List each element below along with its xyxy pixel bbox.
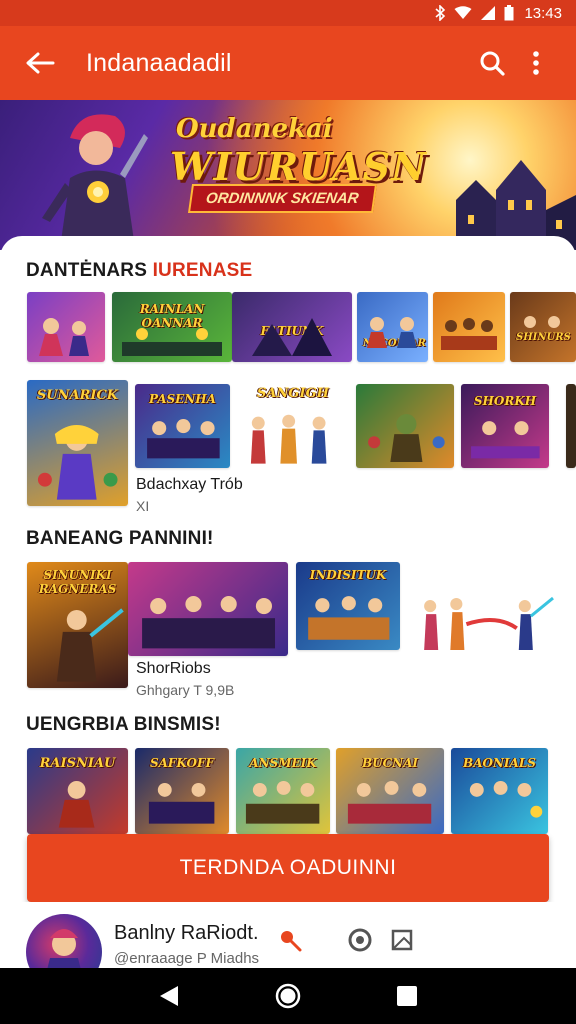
- game-tile[interactable]: RAISNIAU: [27, 748, 128, 834]
- app-bar: Indanaadadil: [0, 26, 576, 100]
- nav-recents-icon: [396, 986, 417, 1006]
- section-title-3: UENGRBIA BINSMIS!: [26, 714, 221, 735]
- tile-art: [148, 783, 215, 825]
- tile-art: [347, 781, 432, 825]
- tile-art: [441, 318, 497, 350]
- game-tile[interactable]: SHORKH: [461, 384, 549, 468]
- cast-icon[interactable]: [388, 926, 416, 954]
- app-bar-title: Indanaadadil: [86, 48, 232, 77]
- record-icon[interactable]: [346, 926, 374, 954]
- row3-item-subtitle: Ghhgary T 9,9B: [136, 682, 235, 698]
- primary-cta-button[interactable]: TERDNDA OADUINNI: [27, 834, 549, 902]
- game-tile[interactable]: [27, 292, 105, 362]
- nav-home-button[interactable]: [268, 976, 308, 1016]
- nav-back-icon: [160, 986, 179, 1006]
- search-icon: [480, 51, 505, 76]
- bluetooth-icon: [434, 5, 446, 21]
- game-tile[interactable]: PASENHA: [135, 384, 230, 468]
- hero-character-art: [42, 114, 148, 248]
- hero-title-line2: WIURUASN: [170, 144, 427, 189]
- game-tile[interactable]: BAONIALS: [451, 748, 548, 834]
- section-title-1-main: DANTĖNARS: [26, 260, 148, 281]
- game-tile[interactable]: [406, 562, 556, 656]
- game-tile[interactable]: FATIUNK: [232, 292, 352, 362]
- tile-art: [368, 413, 445, 462]
- tile-art: [39, 318, 89, 356]
- game-tile[interactable]: RAINLAN OANNAR: [112, 292, 232, 362]
- game-tile[interactable]: BUCNAI: [336, 748, 444, 834]
- nav-home-icon: [275, 983, 301, 1009]
- tile-art: [250, 415, 327, 464]
- hero-ribbon: ORDINNNK SKIENAR: [187, 184, 377, 213]
- signal-icon: [480, 6, 496, 20]
- row2-item-subtitle: XI: [136, 498, 150, 514]
- section-title-1: DANTĖNARS IURENASE: [26, 260, 252, 282]
- tile-art: [56, 608, 124, 682]
- tile-art: [37, 425, 118, 500]
- tile-art: [469, 781, 543, 819]
- game-tile[interactable]: SANGIGH: [238, 384, 348, 470]
- system-nav-bar: [0, 968, 576, 1024]
- bottom-card-subtitle: @enraaage P Miadhs: [114, 950, 260, 967]
- tile-art: [147, 418, 220, 458]
- game-tile[interactable]: SAFKOFF: [135, 748, 229, 834]
- tile-art: [58, 781, 95, 828]
- game-tile[interactable]: NACODIAR: [357, 292, 428, 362]
- tile-art: [122, 328, 222, 356]
- hero-banner[interactable]: Oudanekai WIURUASN ORDINNNK SKIENAR: [0, 100, 576, 250]
- row2-item-caption: Bdachxay Trób: [136, 476, 243, 493]
- tile-art: [142, 595, 276, 648]
- game-tile[interactable]: SHINURS: [510, 292, 576, 362]
- bottom-item-card[interactable]: Banlny RaRiodt. @enraaage P Miadhs: [0, 902, 576, 990]
- game-tile[interactable]: INDISITUK: [296, 562, 400, 650]
- game-tile[interactable]: [433, 292, 505, 362]
- nav-back-button[interactable]: [149, 976, 189, 1016]
- more-vert-icon: [533, 51, 539, 75]
- back-arrow-icon: [26, 52, 55, 74]
- wifi-icon: [454, 6, 472, 20]
- bottom-card-title: Banlny RaRiodt.: [114, 922, 259, 944]
- hero-castle-art: [456, 160, 576, 250]
- game-tile-featured[interactable]: SINUNIKI RAGNERAS: [27, 562, 128, 688]
- tile-art: [424, 596, 554, 650]
- more-options-button[interactable]: [514, 41, 558, 85]
- tile-art: [524, 316, 560, 328]
- tile-art: [245, 781, 320, 825]
- battery-icon: [504, 5, 514, 21]
- status-time: 13:43: [524, 4, 562, 22]
- tile-art: [308, 596, 390, 640]
- status-icons: [434, 5, 514, 21]
- status-bar: 13:43: [0, 0, 576, 26]
- section-title-1-accent: IURENASE: [152, 260, 253, 281]
- pin-icon[interactable]: [276, 926, 304, 954]
- nav-recents-button[interactable]: [387, 976, 427, 1016]
- tile-art: [471, 420, 540, 458]
- tile-art: [252, 318, 332, 356]
- section-title-2: BANEANG PANNINI!: [26, 528, 214, 549]
- hero-title-line1: Oudanekai: [176, 114, 333, 144]
- search-button[interactable]: [470, 41, 514, 85]
- game-tile-featured[interactable]: SUNARICK: [27, 380, 128, 506]
- game-tile-partial[interactable]: [566, 384, 576, 468]
- game-tile[interactable]: [356, 384, 454, 468]
- game-tile[interactable]: [128, 562, 288, 656]
- tile-art: [367, 317, 417, 348]
- row3-item-caption: ShorRiobs: [136, 660, 211, 677]
- game-tile[interactable]: ANSMEIK: [236, 748, 330, 834]
- back-button[interactable]: [18, 41, 62, 85]
